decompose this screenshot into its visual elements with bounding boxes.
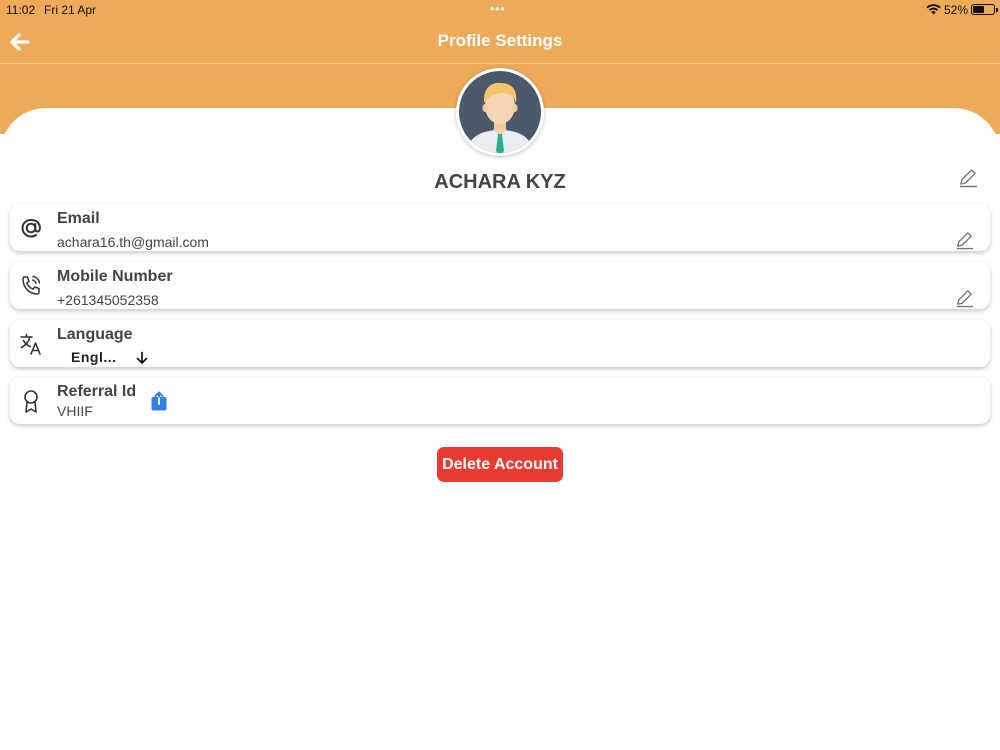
mobile-label: Mobile Number <box>57 268 173 285</box>
language-label: Language <box>57 326 133 343</box>
arrow-down-icon[interactable] <box>135 351 149 365</box>
multitasking-dots[interactable]: ••• <box>490 2 506 16</box>
status-bar: 11:02 Fri 21 Apr ••• 52% <box>0 0 1000 20</box>
email-value: achara16.th@gmail.com <box>57 234 209 250</box>
email-label: Email <box>57 210 100 227</box>
mobile-row: Mobile Number +261345052358 <box>10 262 990 309</box>
status-date: Fri 21 Apr <box>44 3 97 17</box>
referral-row: Referral Id VHIIF <box>10 377 990 424</box>
wifi-icon <box>926 4 941 15</box>
battery-percentage: 52% <box>944 3 969 17</box>
language-row[interactable]: Language Engl... <box>10 320 990 367</box>
edit-name-icon[interactable] <box>957 166 979 188</box>
referral-label: Referral Id <box>57 383 137 400</box>
avatar[interactable] <box>456 68 544 156</box>
edit-email-icon[interactable] <box>954 229 975 250</box>
top-app-bar: Profile Settings <box>0 20 1000 64</box>
translate-icon <box>20 333 41 355</box>
delete-account-button[interactable]: Delete Account <box>437 447 563 482</box>
phone-icon <box>22 275 41 295</box>
referral-value: VHIIF <box>57 403 93 419</box>
email-row: Email achara16.th@gmail.com <box>10 204 990 251</box>
page-title: Profile Settings <box>437 31 563 50</box>
status-time: 11:02 <box>6 3 36 17</box>
share-icon[interactable] <box>150 390 168 412</box>
profile-name: ACHARA KYZ <box>434 171 566 193</box>
language-select-value[interactable]: Engl... <box>71 349 117 365</box>
battery-icon <box>971 4 998 15</box>
avatar-icon <box>459 71 541 153</box>
edit-mobile-icon[interactable] <box>954 287 975 308</box>
mobile-value: +261345052358 <box>57 292 159 308</box>
award-ribbon-icon <box>24 390 38 413</box>
at-sign-icon <box>21 218 41 238</box>
